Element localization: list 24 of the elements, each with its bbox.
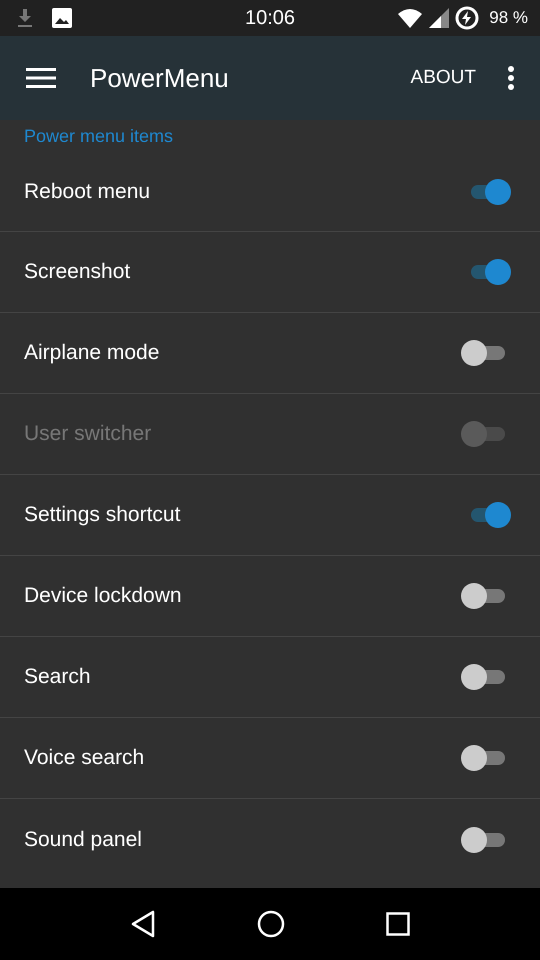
image-icon — [52, 8, 72, 28]
download-icon — [16, 7, 34, 29]
recents-icon[interactable] — [386, 912, 410, 936]
setting-label: Reboot menu — [24, 180, 150, 204]
setting-label: User switcher — [24, 422, 152, 446]
setting-label: Device lockdown — [24, 584, 182, 608]
app-title: PowerMenu — [90, 62, 229, 94]
battery-charging-icon — [455, 6, 480, 30]
home-icon[interactable] — [256, 910, 285, 938]
battery-percent: 98 % — [489, 8, 528, 28]
setting-label: Search — [24, 665, 91, 689]
signal-icon — [429, 8, 450, 28]
more-options-icon[interactable] — [508, 66, 514, 90]
setting-label: Settings shortcut — [24, 503, 180, 527]
clock-time: 10:06 — [244, 6, 296, 30]
setting-label: Airplane mode — [24, 341, 160, 365]
menu-icon[interactable] — [26, 68, 56, 88]
setting-label: Voice search — [24, 746, 144, 770]
back-icon[interactable] — [130, 910, 156, 938]
wifi-icon — [397, 8, 424, 28]
setting-label: Screenshot — [24, 260, 130, 284]
section-header: Power menu items — [23, 125, 174, 148]
about-button[interactable]: ABOUT — [404, 63, 482, 93]
setting-label: Sound panel — [24, 828, 142, 852]
